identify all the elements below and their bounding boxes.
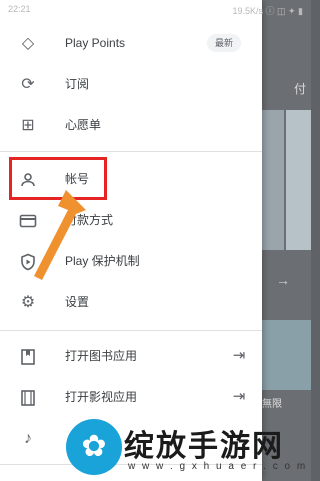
- music-icon: ♪: [24, 430, 32, 447]
- status-time: 22:21: [8, 4, 31, 14]
- background-card: [262, 110, 284, 250]
- bookmark-add-icon: ⊞: [21, 117, 35, 134]
- octopus-logo-icon: ✿: [66, 419, 122, 475]
- menu-item-open-movies[interactable]: 打开影视应用 ⇥: [0, 377, 262, 417]
- gear-icon: ⚙: [20, 294, 36, 311]
- menu-item-label: 打开图书应用: [65, 349, 138, 363]
- sync-icon: ⟳: [21, 76, 35, 93]
- background-text: 付: [294, 82, 307, 96]
- watermark: ✿ 绽放手游网 w w w . g x h u a e r . c o m: [60, 415, 311, 481]
- pointer-arrow-icon: [34, 190, 86, 280]
- divider: [0, 330, 262, 331]
- open-external-icon: ⇥: [232, 388, 246, 405]
- background-arrow-icon: →: [276, 272, 290, 288]
- watermark-title: 绽放手游网: [124, 429, 284, 464]
- menu-item-label: 订阅: [65, 77, 90, 91]
- menu-item-label: Play Points: [65, 36, 126, 50]
- background-card: [286, 110, 311, 250]
- background-tile: [262, 320, 311, 390]
- menu-item-subscriptions[interactable]: ⟳ 订阅: [0, 64, 262, 104]
- divider: [0, 151, 262, 152]
- menu-item-open-books[interactable]: 打开图书应用 ⇥: [0, 336, 262, 376]
- new-badge: 最新: [207, 34, 242, 52]
- background-text: 無限: [262, 399, 282, 410]
- menu-item-label: 设置: [65, 295, 90, 309]
- book-icon: [19, 348, 37, 366]
- diamond-icon: ◇: [21, 35, 35, 52]
- menu-item-settings[interactable]: ⚙ 设置: [0, 282, 262, 322]
- menu-item-wishlist[interactable]: ⊞ 心愿单: [0, 105, 262, 145]
- status-bar: 22:21 19.5K/s ⓘ ◫ ✦ ▮: [0, 0, 311, 18]
- status-icons: 19.5K/s ⓘ ◫ ✦ ▮: [232, 6, 303, 16]
- open-external-icon: ⇥: [232, 347, 246, 364]
- menu-item-label: 心愿单: [65, 118, 102, 132]
- film-icon: [19, 389, 37, 407]
- menu-item-label: 打开影视应用: [65, 390, 138, 404]
- watermark-url: w w w . g x h u a e r . c o m: [128, 461, 308, 472]
